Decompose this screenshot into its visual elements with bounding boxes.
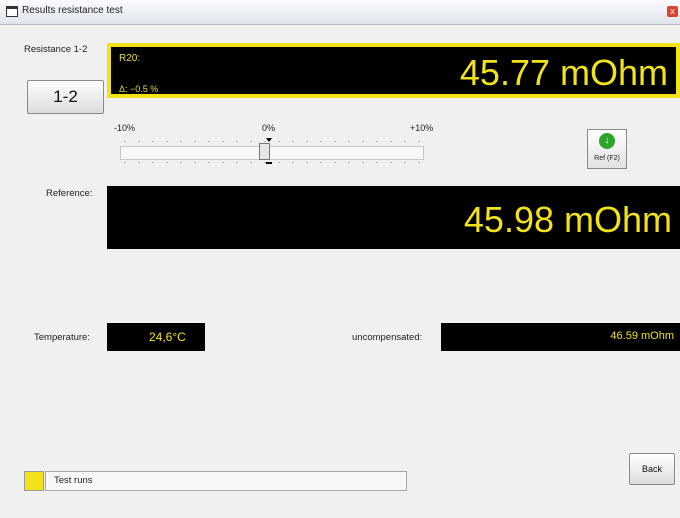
temperature-label: Temperature:: [34, 332, 90, 343]
scale-zero-label: 0%: [262, 123, 276, 133]
r20-label: R20:: [119, 53, 141, 64]
back-button[interactable]: Back: [629, 453, 675, 485]
scale-minus-label: -10%: [114, 123, 136, 133]
status-text: Test runs: [54, 475, 93, 486]
resistance-label: Resistance 1-2: [24, 44, 88, 55]
measured-value: 45.77 mOhm: [459, 52, 668, 93]
deviation-slider-thumb[interactable]: [259, 143, 270, 160]
uncompensated-value: 46.59 mOhm: [610, 330, 674, 342]
resistance-select-button[interactable]: 1-2: [27, 80, 104, 114]
window-icon: [6, 6, 18, 17]
reference-label: Reference:: [46, 188, 93, 199]
arrow-down-icon: ↓: [599, 133, 615, 149]
status-indicator: [24, 471, 44, 491]
title-bar: Results resistance test x: [0, 0, 680, 25]
close-icon[interactable]: x: [667, 6, 678, 17]
uncompensated-label: uncompensated:: [352, 332, 423, 343]
zero-marker-bottom: [266, 162, 272, 164]
zero-marker-top: [266, 138, 272, 142]
status-bar: Test runs: [45, 471, 407, 491]
delta-readout: Δ: −0.5 %: [119, 84, 159, 94]
scale-plus-label: +10%: [410, 123, 434, 133]
scale-ticks-bottom: [124, 162, 424, 163]
temperature-display: 24,6°C: [107, 323, 205, 351]
reference-value: 45.98 mOhm: [463, 199, 672, 240]
reference-display: 45.98 mOhm: [107, 186, 680, 249]
scale-ticks-top: [124, 141, 424, 142]
main-value-display: R20: Δ: −0.5 % 45.77 mOhm: [107, 43, 680, 98]
window-title: Results resistance test: [22, 5, 123, 16]
uncompensated-display: 46.59 mOhm: [441, 323, 680, 351]
temperature-value: 24,6°C: [149, 330, 186, 344]
ref-button-label: Ref (F2): [594, 155, 620, 162]
deviation-slider-track: [120, 146, 424, 160]
ref-button[interactable]: ↓ Ref (F2): [587, 129, 627, 169]
